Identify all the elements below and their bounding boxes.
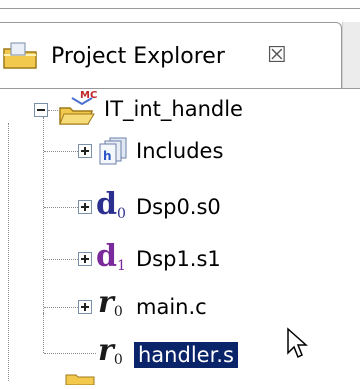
svg-text:h: h bbox=[103, 149, 112, 163]
tree-item-label: IT_int_handle bbox=[104, 97, 243, 121]
dsp1-file-icon: d1 bbox=[96, 242, 130, 275]
top-divider bbox=[0, 8, 360, 9]
tree-item-dsp1[interactable]: d1 Dsp1.s1 bbox=[96, 239, 221, 279]
editor-area-edge bbox=[342, 22, 360, 88]
tree-item-includes[interactable]: h Includes bbox=[96, 131, 223, 171]
file-glyph-sub: 0 bbox=[116, 206, 126, 222]
top-toolbar-strip bbox=[0, 0, 360, 22]
view-title: Project Explorer bbox=[51, 43, 225, 69]
file-glyph-sub: 1 bbox=[116, 258, 126, 274]
file-glyph: d bbox=[96, 187, 117, 222]
tree-guide-line bbox=[43, 117, 44, 313]
includes-icon: h bbox=[96, 136, 130, 166]
expand-toggle-icon[interactable] bbox=[78, 300, 92, 314]
next-project-folder-icon bbox=[64, 370, 96, 386]
project-explorer-tab[interactable]: Project Explorer ☒ bbox=[0, 22, 342, 88]
tree-item-label: main.c bbox=[136, 295, 207, 319]
file-glyph: r bbox=[98, 285, 114, 320]
tree-guide-line bbox=[44, 259, 78, 260]
expand-toggle-icon[interactable] bbox=[78, 144, 92, 158]
tree-guide-line bbox=[44, 151, 78, 152]
mouse-cursor-icon bbox=[287, 327, 308, 359]
tree-item-label: Dsp0.s0 bbox=[136, 195, 221, 219]
tree-item-dsp0[interactable]: d0 Dsp0.s0 bbox=[96, 187, 221, 227]
file-glyph: d bbox=[96, 239, 117, 274]
expand-toggle-icon[interactable] bbox=[78, 252, 92, 266]
c-source-icon: r0 bbox=[96, 288, 130, 322]
asm-source-icon: r0 bbox=[96, 336, 130, 370]
project-folder-icon: MC bbox=[58, 90, 98, 125]
project-tree: MC IT_int_handle h Includes d0 Dsp0.s0 d… bbox=[0, 89, 360, 381]
tree-item-label: Includes bbox=[136, 139, 224, 163]
file-glyph-sub: 0 bbox=[113, 352, 123, 368]
tree-guide-line bbox=[44, 207, 78, 208]
tree-guide-line bbox=[43, 313, 44, 353]
dsp0-file-icon: d0 bbox=[96, 190, 130, 223]
project-badge: MC bbox=[80, 90, 98, 101]
tree-guide-line bbox=[48, 110, 58, 111]
file-glyph-sub: 0 bbox=[113, 304, 123, 320]
collapse-toggle-icon[interactable] bbox=[34, 103, 48, 117]
folder-icon bbox=[1, 41, 41, 71]
tree-guide-line bbox=[44, 353, 96, 354]
tree-item-handler-s[interactable]: r0 handler.s bbox=[96, 335, 238, 375]
tree-item-label: handler.s bbox=[134, 342, 238, 368]
tree-guide-line bbox=[44, 307, 78, 308]
tree-guide-line bbox=[8, 123, 9, 381]
tree-item-main-c[interactable]: r0 main.c bbox=[96, 287, 207, 327]
expand-toggle-icon[interactable] bbox=[78, 200, 92, 214]
close-icon[interactable]: ☒ bbox=[267, 43, 287, 68]
tree-item-project[interactable]: MC IT_int_handle bbox=[58, 89, 243, 129]
file-glyph: r bbox=[98, 333, 114, 368]
tree-item-label: Dsp1.s1 bbox=[136, 247, 221, 271]
